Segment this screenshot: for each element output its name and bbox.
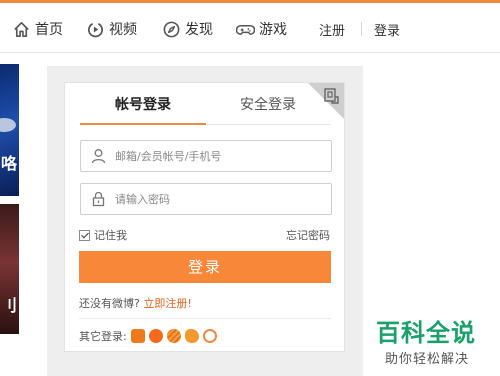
tianyi-icon[interactable]: [184, 329, 199, 343]
nav-video-label: 视频: [109, 22, 137, 38]
signup-row: 还没有微博? 立即注册!: [79, 295, 192, 311]
nav-discover-label: 发现: [185, 22, 213, 38]
video-icon: [88, 22, 103, 37]
other-login-row: 其它登录:: [79, 328, 217, 344]
360-icon[interactable]: [202, 329, 217, 343]
nav-video[interactable]: 视频: [86, 16, 137, 42]
weibo-icon[interactable]: [130, 329, 145, 343]
username-input[interactable]: [115, 141, 325, 171]
username-field[interactable]: [80, 140, 332, 172]
nav-login-label: 登录: [374, 23, 401, 39]
signup-link[interactable]: 立即注册!: [143, 297, 191, 310]
remember-me[interactable]: 记住我: [79, 227, 127, 243]
other-login-label: 其它登录:: [79, 330, 127, 343]
home-icon: [14, 21, 29, 37]
thumbnail-caption-2: 刂: [1, 296, 18, 315]
remember-checkbox[interactable]: [79, 229, 90, 241]
watermark-title: 百科全说: [376, 319, 476, 347]
user-icon: [91, 149, 106, 164]
nav-discover[interactable]: 发现: [162, 16, 213, 42]
thumbnail-image-1[interactable]: 咯: [0, 64, 19, 196]
card-divider: [79, 318, 331, 319]
thumbnail-image-2[interactable]: 刂: [0, 204, 19, 334]
gamepad-icon: [236, 24, 255, 35]
lock-icon: [92, 191, 105, 207]
nav-register-link[interactable]: 注册: [319, 16, 345, 42]
nav-login-link[interactable]: 登录: [374, 16, 400, 42]
login-card: 帐号登录 安全登录: [64, 82, 345, 352]
password-field[interactable]: [80, 183, 332, 215]
compass-icon: [163, 21, 180, 37]
baidu-icon[interactable]: [166, 329, 181, 343]
top-nav-bar: 首页 视频 发现 游戏 注册 登录: [0, 0, 500, 53]
thumbnail-graphic: [0, 118, 16, 132]
remember-label: 记住我: [94, 229, 127, 242]
signup-prompt: 还没有微博?: [79, 297, 140, 310]
nav-game[interactable]: 游戏: [236, 16, 287, 42]
forgot-password-link[interactable]: 忘记密码: [286, 227, 330, 243]
nav-home[interactable]: 首页: [12, 16, 63, 42]
qrcode-switch-icon[interactable]: [322, 87, 340, 105]
nav-home-label: 首页: [35, 22, 63, 38]
login-button[interactable]: 登录: [79, 251, 331, 283]
tab-account-login[interactable]: 帐号登录: [80, 83, 206, 125]
password-input[interactable]: [115, 184, 325, 214]
thumbnail-caption-1: 咯: [1, 154, 18, 173]
nav-divider: [361, 22, 362, 36]
nav-register-label: 注册: [319, 23, 346, 39]
watermark-subtitle: 助你轻松解决: [385, 352, 470, 367]
nav-game-label: 游戏: [259, 22, 287, 38]
qq-icon[interactable]: [148, 329, 163, 343]
